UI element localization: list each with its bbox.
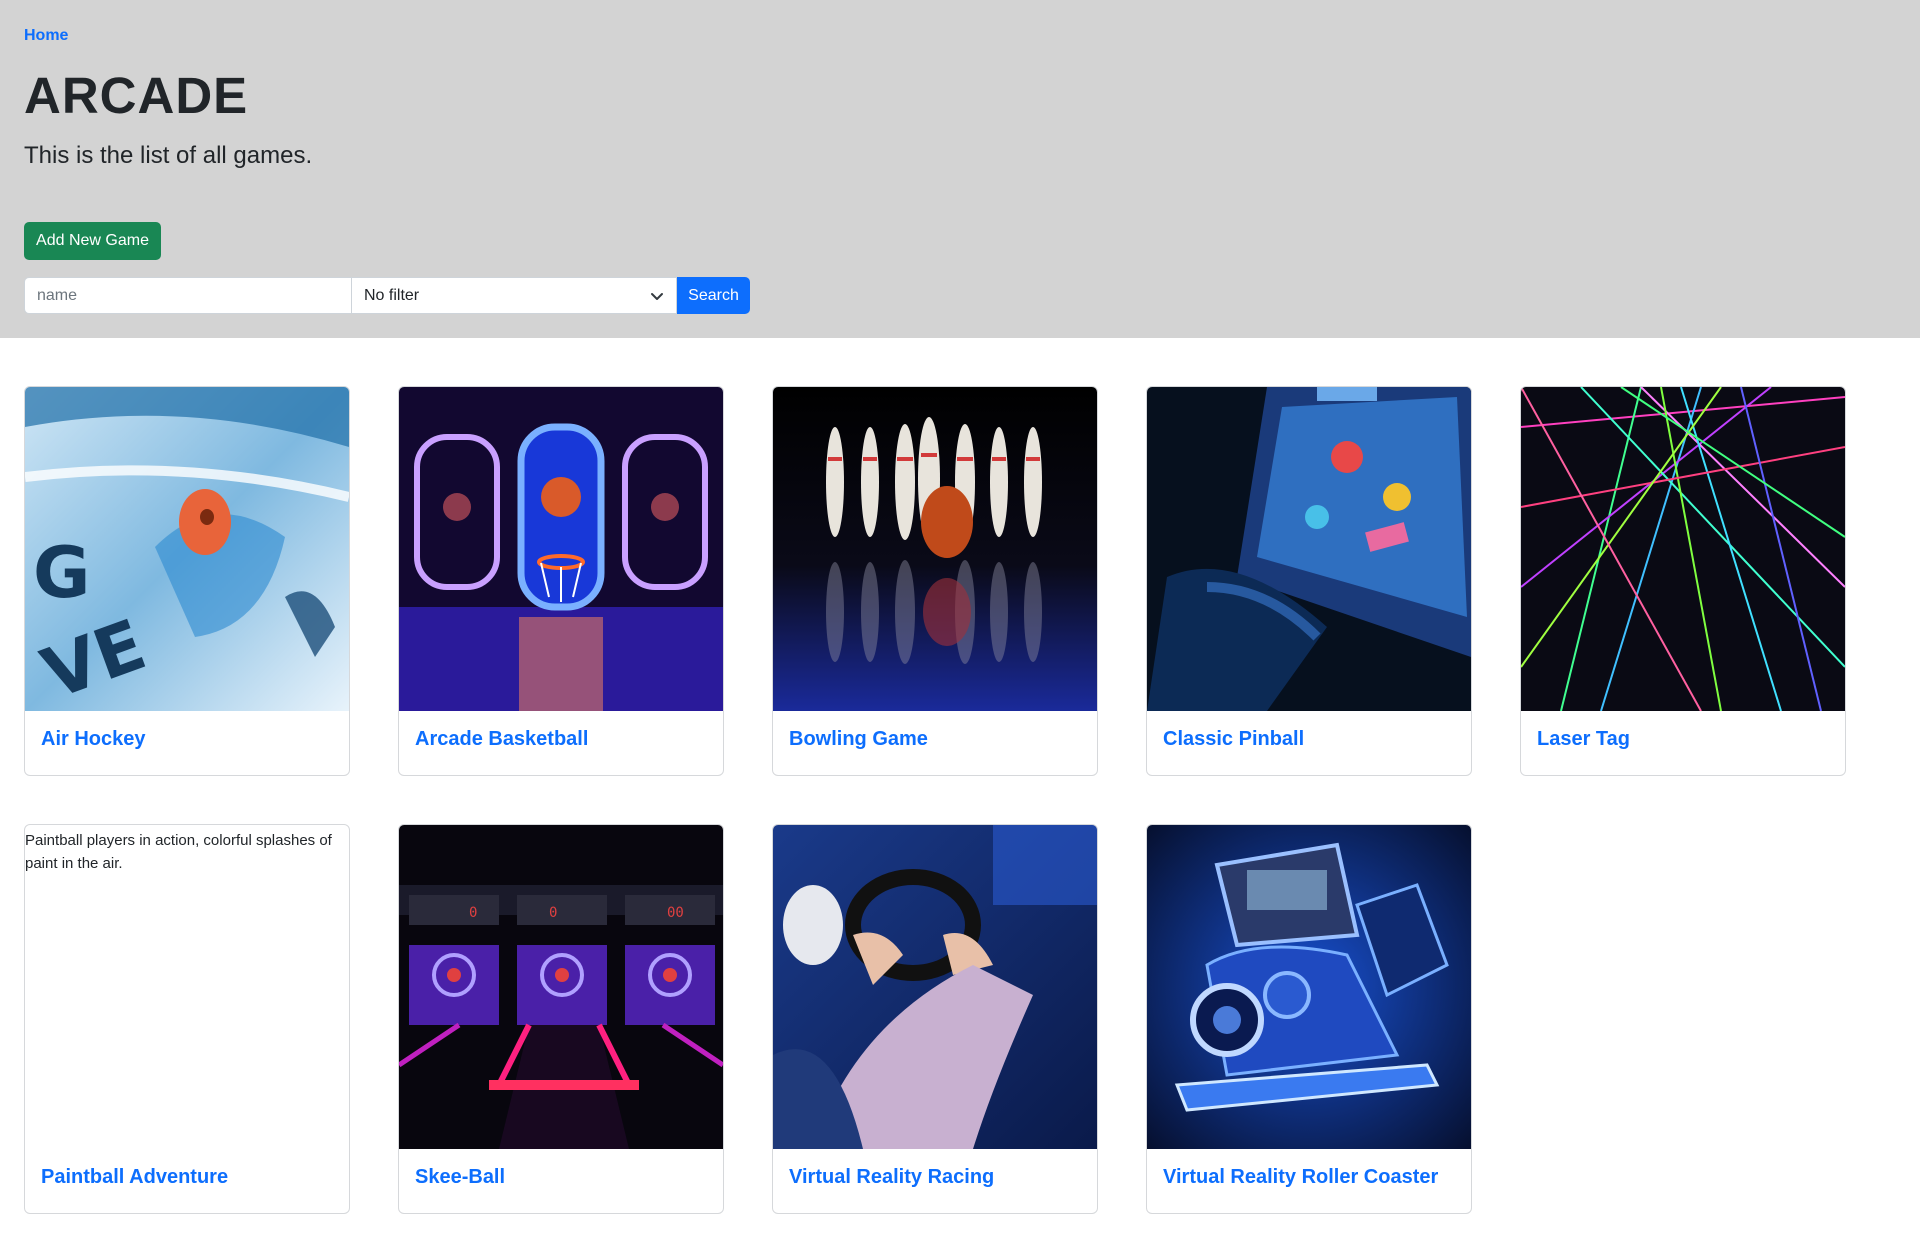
page-header: Home ARCADE This is the list of all game… bbox=[0, 0, 1920, 338]
game-card[interactable]: Laser Tag bbox=[1520, 386, 1846, 776]
game-card[interactable]: Classic Pinball bbox=[1146, 386, 1472, 776]
game-card[interactable]: Bowling Game bbox=[772, 386, 1098, 776]
game-title[interactable]: Classic Pinball bbox=[1163, 728, 1304, 751]
pinball-image[interactable] bbox=[1147, 387, 1471, 711]
game-title[interactable]: Paintball Adventure bbox=[41, 1166, 228, 1189]
game-title[interactable]: Air Hockey bbox=[41, 728, 146, 751]
game-card[interactable]: G VE Air Hockey bbox=[24, 386, 350, 776]
skee-ball-image[interactable]: 0 0 00 bbox=[399, 825, 723, 1149]
page-subtitle: This is the list of all games. bbox=[24, 142, 313, 169]
search-button[interactable]: Search bbox=[677, 277, 750, 314]
chevron-down-icon bbox=[651, 293, 663, 300]
svg-text:0: 0 bbox=[549, 905, 557, 921]
image-alt-text: Paintball players in action, colorful sp… bbox=[25, 832, 332, 872]
game-card[interactable]: Virtual Reality Racing bbox=[772, 824, 1098, 1214]
bowling-image[interactable] bbox=[773, 387, 1097, 711]
game-title[interactable]: Bowling Game bbox=[789, 728, 928, 751]
breadcrumb-home-link[interactable]: Home bbox=[24, 27, 68, 45]
svg-text:G: G bbox=[33, 532, 90, 614]
svg-text:00: 00 bbox=[667, 905, 684, 921]
game-card[interactable]: Virtual Reality Roller Coaster bbox=[1146, 824, 1472, 1214]
game-title[interactable]: Laser Tag bbox=[1537, 728, 1630, 751]
game-card[interactable]: Paintball players in action, colorful sp… bbox=[24, 824, 350, 1214]
page-title: ARCADE bbox=[24, 67, 249, 124]
game-card[interactable]: Arcade Basketball bbox=[398, 386, 724, 776]
game-title[interactable]: Virtual Reality Racing bbox=[789, 1166, 994, 1189]
air-hockey-image[interactable]: G VE bbox=[25, 387, 349, 711]
filter-select[interactable]: No filter bbox=[351, 277, 677, 314]
game-title[interactable]: Skee-Ball bbox=[415, 1166, 505, 1189]
filter-selected-value: No filter bbox=[364, 286, 420, 304]
paintball-image-broken[interactable]: Paintball players in action, colorful sp… bbox=[25, 825, 349, 1149]
search-form: No filter Search bbox=[24, 277, 750, 314]
arcade-basketball-image[interactable] bbox=[399, 387, 723, 711]
game-title[interactable]: Virtual Reality Roller Coaster bbox=[1163, 1166, 1438, 1189]
vr-racing-image[interactable] bbox=[773, 825, 1097, 1149]
game-card[interactable]: 0 0 00 Skee-Ball bbox=[398, 824, 724, 1214]
add-new-game-button[interactable]: Add New Game bbox=[24, 222, 161, 260]
laser-tag-image[interactable] bbox=[1521, 387, 1845, 711]
vr-roller-coaster-image[interactable] bbox=[1147, 825, 1471, 1149]
svg-text:0: 0 bbox=[469, 905, 477, 921]
game-title[interactable]: Arcade Basketball bbox=[415, 728, 588, 751]
search-input[interactable] bbox=[24, 277, 351, 314]
